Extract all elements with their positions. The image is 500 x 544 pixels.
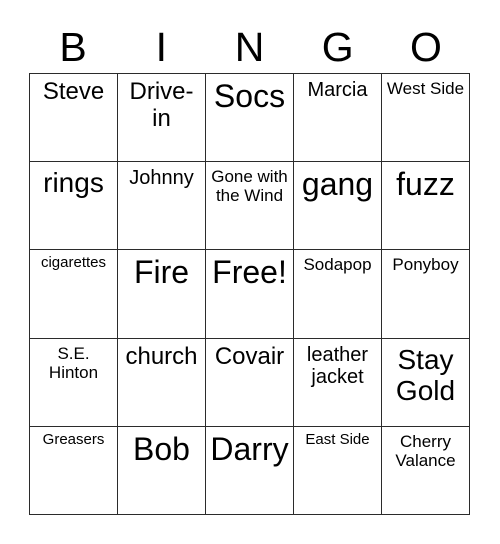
bingo-cell-g1[interactable]: Marcia bbox=[294, 74, 382, 163]
bingo-cell-i3[interactable]: Fire bbox=[118, 250, 206, 339]
bingo-cell-g5[interactable]: East Side bbox=[294, 426, 382, 515]
bingo-cell-label: Marcia bbox=[307, 79, 368, 101]
bingo-header-letter-n: N bbox=[234, 24, 265, 70]
bingo-cell-b2[interactable]: rings bbox=[30, 162, 118, 251]
bingo-cell-label: Cherry Valance bbox=[395, 431, 456, 470]
bingo-header-letter-o: O bbox=[409, 24, 442, 70]
bingo-cell-b5[interactable]: Greasers bbox=[30, 426, 118, 515]
bingo-cell-g3[interactable]: Sodapop bbox=[294, 250, 382, 339]
bingo-cell-o1[interactable]: West Side bbox=[382, 74, 470, 163]
bingo-cell-label: Bob bbox=[133, 430, 190, 467]
bingo-cell-label: Ponyboy bbox=[392, 255, 459, 275]
bingo-cell-o4[interactable]: Stay Gold bbox=[382, 338, 470, 427]
bingo-cell-label: West Side bbox=[386, 79, 465, 98]
bingo-cell-label: East Side bbox=[305, 430, 370, 448]
bingo-cell-o3[interactable]: Ponyboy bbox=[382, 250, 470, 339]
bingo-cell-label: church bbox=[125, 342, 198, 370]
bingo-cell-label: Drive-in bbox=[129, 78, 194, 132]
bingo-cell-label: cigarettes bbox=[40, 254, 107, 272]
bingo-cell-b1[interactable]: Steve bbox=[30, 74, 118, 163]
bingo-cell-n5[interactable]: Darry bbox=[206, 426, 294, 515]
bingo-cell-label: Johnny bbox=[129, 167, 194, 190]
bingo-grid: Steve Drive-in Socs Marcia West Side rin… bbox=[29, 73, 470, 515]
bingo-cell-label: Socs bbox=[213, 78, 286, 114]
bingo-cell-label: Gone with the Wind bbox=[211, 167, 288, 206]
bingo-cell-o5[interactable]: Cherry Valance bbox=[382, 426, 470, 515]
bingo-cell-label: leather jacket bbox=[306, 343, 369, 388]
bingo-cell-i2[interactable]: Johnny bbox=[118, 162, 206, 251]
bingo-cell-n4[interactable]: Covair bbox=[206, 338, 294, 427]
bingo-cell-n2[interactable]: Gone with the Wind bbox=[206, 162, 294, 251]
bingo-cell-label: Steve bbox=[42, 78, 105, 105]
bingo-header-letter-i: I bbox=[155, 24, 167, 70]
bingo-cell-label: gang bbox=[301, 166, 374, 203]
bingo-cell-label: Fire bbox=[133, 254, 190, 291]
bingo-cell-label: Sodapop bbox=[303, 255, 372, 275]
bingo-cell-label: Covair bbox=[214, 342, 285, 370]
bingo-cell-free-space[interactable]: Free! bbox=[206, 250, 294, 339]
bingo-cell-label: Free! bbox=[212, 254, 287, 291]
bingo-cell-b4[interactable]: S.E. Hinton bbox=[30, 338, 118, 427]
bingo-cell-i5[interactable]: Bob bbox=[118, 426, 206, 515]
bingo-cell-label: rings bbox=[43, 167, 104, 199]
bingo-cell-n1[interactable]: Socs bbox=[206, 74, 294, 163]
bingo-header-row: B I N G O bbox=[29, 22, 470, 73]
bingo-cell-label: Darry bbox=[210, 430, 289, 467]
bingo-cell-label: fuzz bbox=[396, 166, 455, 203]
bingo-cell-b3[interactable]: cigarettes bbox=[30, 250, 118, 339]
bingo-cell-o2[interactable]: fuzz bbox=[382, 162, 470, 251]
bingo-header-letter-g: G bbox=[321, 24, 354, 70]
bingo-cell-label: Stay Gold bbox=[395, 343, 456, 406]
bingo-cell-label: S.E. Hinton bbox=[48, 343, 99, 382]
bingo-cell-i4[interactable]: church bbox=[118, 338, 206, 427]
bingo-cell-g4[interactable]: leather jacket bbox=[294, 338, 382, 427]
bingo-header-letter-b: B bbox=[59, 24, 87, 70]
bingo-card: B I N G O Steve Drive-in Socs Marcia Wes… bbox=[0, 0, 500, 544]
bingo-cell-i1[interactable]: Drive-in bbox=[118, 74, 206, 163]
bingo-cell-label: Greasers bbox=[42, 430, 105, 448]
bingo-cell-g2[interactable]: gang bbox=[294, 162, 382, 251]
